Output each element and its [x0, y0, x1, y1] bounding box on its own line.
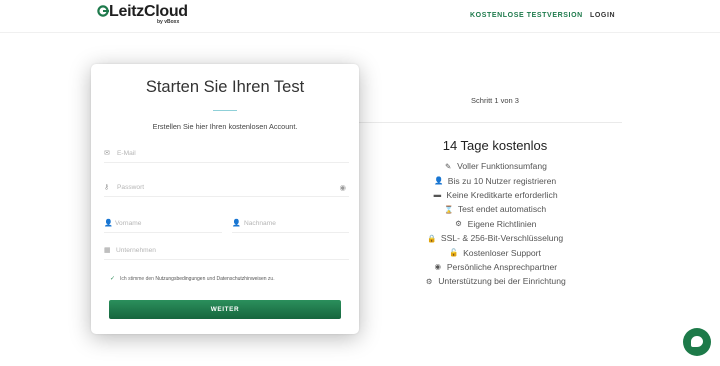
- form-title: Starten Sie Ihren Test: [145, 78, 305, 96]
- privacy-link[interactable]: Datenschutzhinweisen: [217, 276, 267, 282]
- user-icon: 👤: [232, 220, 241, 227]
- step-indicator: Schritt 1 von 3: [471, 96, 519, 105]
- feature-label: Test endet automatisch: [457, 204, 547, 215]
- email-field[interactable]: ✉ E-Mail: [104, 146, 349, 163]
- feature-label: Bis zu 10 Nutzer registrieren: [447, 175, 557, 186]
- chat-launcher-button[interactable]: [683, 328, 711, 356]
- company-field[interactable]: ▦ Unternehmen: [104, 243, 349, 260]
- consent-prefix: Ich stimme den: [120, 276, 154, 282]
- pencil-icon: ✎: [444, 161, 452, 171]
- feature-label: Kostenloser Support: [463, 247, 541, 258]
- checkmark-icon[interactable]: ✓: [110, 276, 115, 282]
- cogs-icon: ⚙: [425, 276, 433, 286]
- feature-label: Unterstützung bei der Einrichtung: [438, 276, 566, 287]
- feature-item: ⚙ Unterstützung bei der Einrichtung: [395, 274, 595, 288]
- user-icon: 👤: [104, 220, 113, 227]
- divider: [358, 122, 622, 123]
- feature-item: ◉ Persönliche Ansprechpartner: [395, 260, 595, 274]
- feature-label: SSL- & 256-Bit-Verschlüsselung: [440, 233, 564, 244]
- feature-item: ✎ Voller Funktionsumfang: [395, 159, 595, 173]
- lastname-field[interactable]: 👤 Nachname: [232, 216, 349, 233]
- building-icon: ▦: [104, 247, 111, 254]
- firstname-field[interactable]: 👤 Vorname: [104, 216, 222, 233]
- logo-circle-icon: [97, 5, 109, 17]
- company-placeholder: Unternehmen: [116, 247, 156, 254]
- lastname-placeholder: Nachname: [244, 220, 276, 227]
- hourglass-icon: ⌛: [444, 204, 454, 214]
- feature-item: 🔓 Kostenloser Support: [395, 245, 595, 259]
- features-title: 14 Tage kostenlos: [442, 138, 548, 153]
- top-navbar: LeitzCloud by vBoxx KOSTENLOSE TESTVERSI…: [0, 0, 720, 33]
- email-placeholder: E-Mail: [117, 150, 136, 157]
- consent-checkbox-row: ✓ Ich stimme den Nutzungsbedingungen und …: [110, 275, 350, 282]
- continue-button[interactable]: WEITER: [109, 300, 341, 319]
- lock-icon: 🔒: [427, 233, 437, 243]
- user-plus-icon: 👤: [434, 176, 444, 186]
- feature-label: Eigene Richtlinien: [467, 218, 537, 229]
- feature-item: ⚙ Eigene Richtlinien: [395, 217, 595, 231]
- feature-label: Voller Funktionsumfang: [457, 161, 547, 172]
- feature-label: Persönliche Ansprechpartner: [446, 261, 558, 272]
- credit-card-icon: ▬: [433, 190, 442, 200]
- feature-item: 🔒 SSL- & 256-Bit-Verschlüsselung: [395, 231, 595, 245]
- feature-item: 👤 Bis zu 10 Nutzer registrieren: [395, 173, 595, 187]
- consent-suffix: zu.: [267, 276, 275, 282]
- terms-link[interactable]: Nutzungsbedingungen: [155, 276, 205, 282]
- nav-free-trial-link[interactable]: KOSTENLOSE TESTVERSION: [470, 12, 583, 19]
- feature-label: Keine Kreditkarte erforderlich: [446, 189, 558, 200]
- password-field[interactable]: ⚷ Passwort ◉: [104, 180, 349, 197]
- chat-bubble-icon: [691, 336, 703, 347]
- cogs-icon: ⚙: [455, 219, 462, 229]
- logo-subtext: by vBoxx: [157, 19, 180, 25]
- features-list: ✎ Voller Funktionsumfang 👤 Bis zu 10 Nutze…: [395, 159, 595, 289]
- firstname-placeholder: Vorname: [115, 220, 142, 227]
- envelope-icon: ✉: [104, 150, 110, 157]
- user-circle-icon: ◉: [434, 262, 442, 272]
- feature-item: ▬ Keine Kreditkarte erforderlich: [395, 188, 595, 202]
- form-subtitle: Erstellen Sie hier Ihren kostenlosen Acc…: [152, 122, 298, 131]
- nav-login-link[interactable]: LOGIN: [590, 12, 615, 19]
- key-icon: ⚷: [104, 184, 110, 191]
- lock-open-icon: 🔓: [449, 248, 459, 258]
- eye-icon[interactable]: ◉: [339, 183, 346, 192]
- title-divider: [213, 110, 237, 111]
- feature-item: ⌛ Test endet automatisch: [395, 202, 595, 216]
- password-placeholder: Passwort: [117, 184, 145, 191]
- consent-and: und: [206, 276, 216, 282]
- signup-card: Starten Sie Ihren Test Erstellen Sie hie…: [91, 64, 359, 334]
